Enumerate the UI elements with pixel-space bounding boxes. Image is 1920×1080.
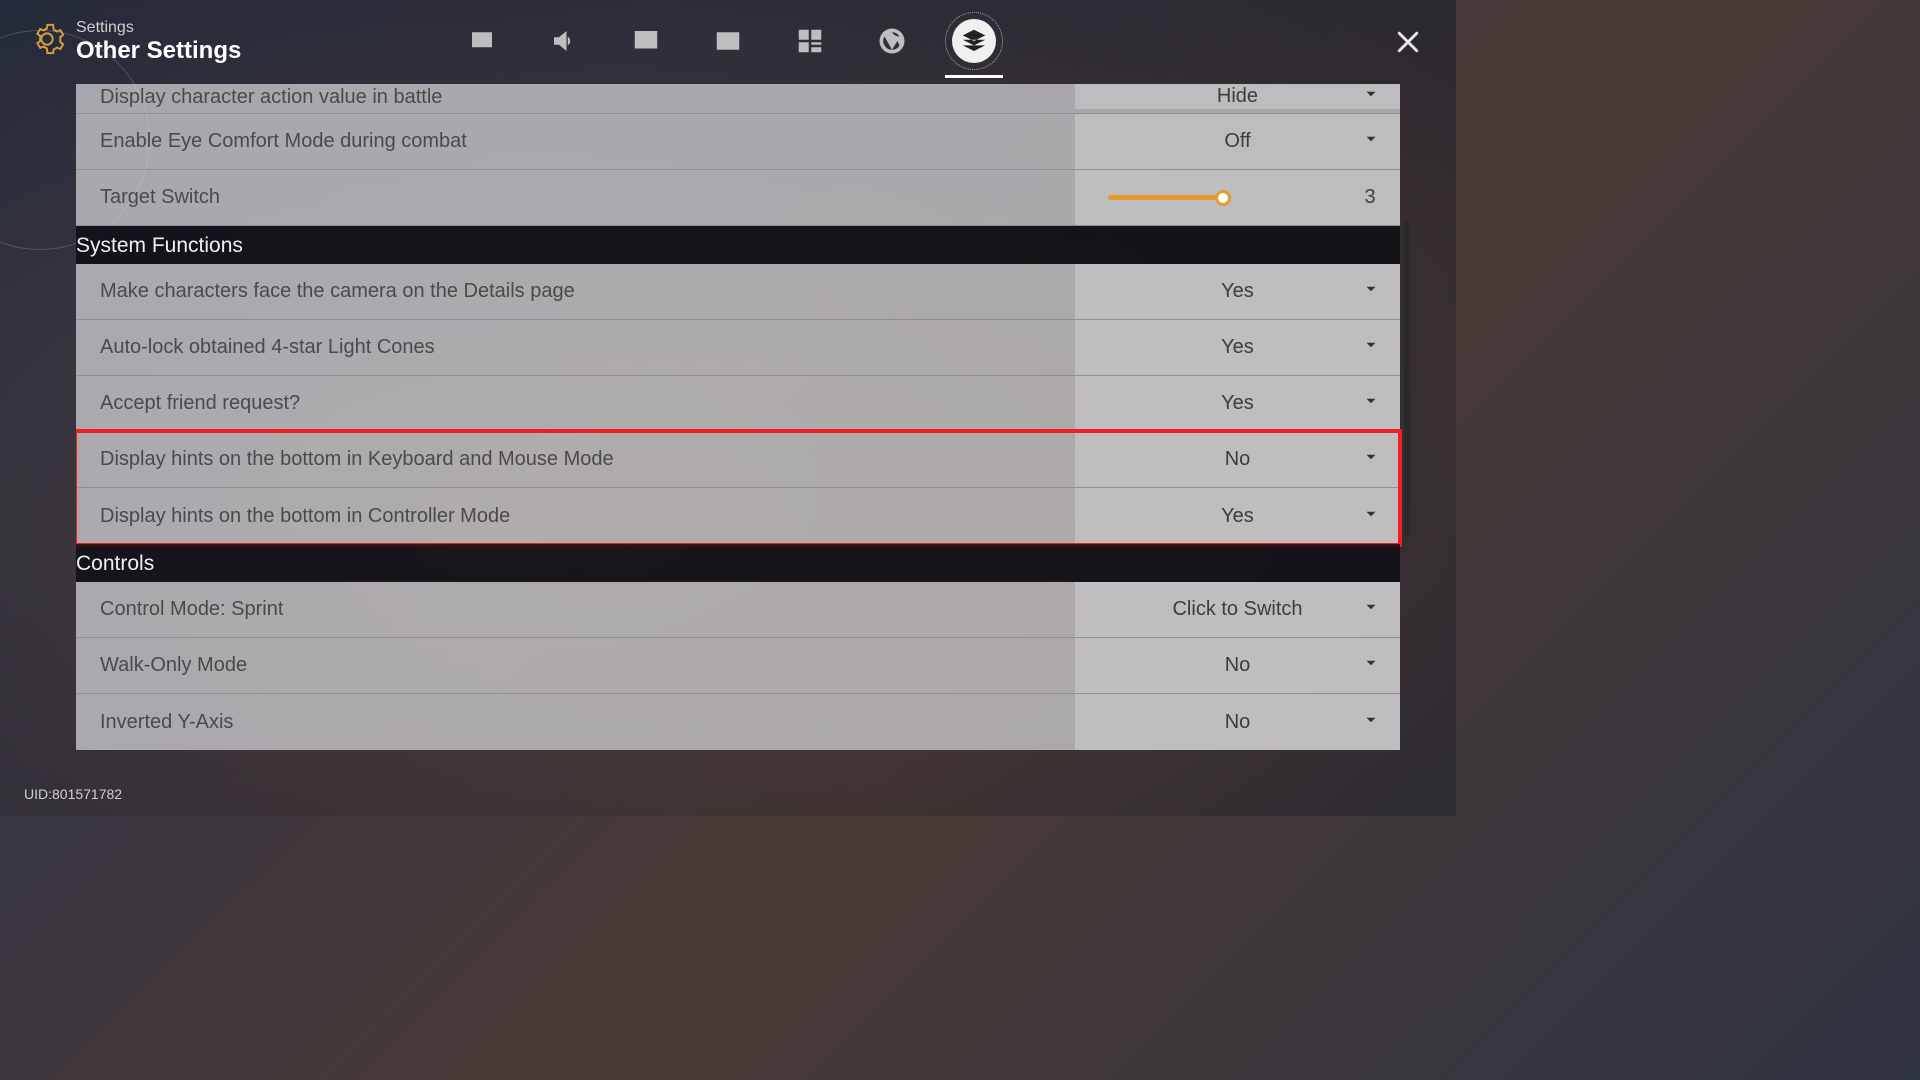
slider-thumb[interactable]	[1215, 190, 1231, 206]
setting-label: Display hints on the bottom in Controlle…	[76, 505, 1075, 528]
setting-label: Walk-Only Mode	[76, 654, 1075, 677]
setting-dropdown[interactable]: Hide	[1075, 84, 1400, 109]
chevron-down-icon	[1362, 598, 1380, 621]
tab-bar	[463, 22, 993, 60]
tab-other[interactable]	[955, 22, 993, 60]
page-title-small: Settings	[76, 19, 241, 37]
setting-row-hints-kbm: Display hints on the bottom in Keyboard …	[76, 432, 1400, 488]
tab-display[interactable]	[463, 22, 501, 60]
scroll-thumb[interactable]	[1404, 221, 1410, 537]
section-header-controls: Controls	[76, 544, 1400, 582]
setting-label: Accept friend request?	[76, 392, 1075, 415]
tab-language[interactable]	[627, 22, 665, 60]
tab-audio[interactable]	[545, 22, 583, 60]
setting-slider[interactable]: 3	[1075, 170, 1400, 225]
setting-value: Hide	[1217, 85, 1258, 108]
setting-row-auto-lock-cones: Auto-lock obtained 4-star Light Cones Yes	[76, 320, 1400, 376]
close-button[interactable]	[1390, 24, 1426, 60]
top-bar: Settings Other Settings	[0, 0, 1456, 84]
setting-dropdown[interactable]: Click to Switch	[1075, 582, 1400, 637]
chevron-down-icon	[1362, 505, 1380, 528]
scrollbar[interactable]	[1404, 84, 1410, 770]
uid-label: UID:	[24, 786, 52, 802]
chevron-down-icon	[1362, 130, 1380, 153]
setting-row-hints-controller: Display hints on the bottom in Controlle…	[76, 488, 1400, 544]
setting-row-control-sprint: Control Mode: Sprint Click to Switch	[76, 582, 1400, 638]
setting-row-action-value: Display character action value in battle…	[76, 84, 1400, 114]
setting-value: Yes	[1221, 505, 1254, 528]
setting-label: Auto-lock obtained 4-star Light Cones	[76, 336, 1075, 359]
highlighted-rows: Display hints on the bottom in Keyboard …	[76, 432, 1400, 544]
setting-value: Yes	[1221, 392, 1254, 415]
chevron-down-icon	[1362, 392, 1380, 415]
setting-dropdown[interactable]: Yes	[1075, 264, 1400, 319]
page-title-large: Other Settings	[76, 37, 241, 65]
setting-dropdown[interactable]: Yes	[1075, 320, 1400, 375]
tab-aperture[interactable]	[873, 22, 911, 60]
setting-row-target-switch: Target Switch 3	[76, 170, 1400, 226]
slider-track[interactable]	[1108, 195, 1338, 200]
setting-value: No	[1225, 654, 1251, 677]
setting-value: Yes	[1221, 280, 1254, 303]
setting-row-eye-comfort: Enable Eye Comfort Mode during combat Off	[76, 114, 1400, 170]
chevron-down-icon	[1362, 711, 1380, 734]
setting-dropdown[interactable]: No	[1075, 432, 1400, 487]
gear-icon	[30, 22, 64, 61]
setting-dropdown[interactable]: Yes	[1075, 488, 1400, 544]
slider-value: 3	[1360, 186, 1380, 209]
chevron-down-icon	[1362, 336, 1380, 359]
setting-label: Control Mode: Sprint	[76, 598, 1075, 621]
tab-grid[interactable]	[791, 22, 829, 60]
setting-row-face-camera: Make characters face the camera on the D…	[76, 264, 1400, 320]
setting-label: Target Switch	[76, 186, 1075, 209]
setting-row-inverted-y: Inverted Y-Axis No	[76, 694, 1400, 750]
chevron-down-icon	[1362, 85, 1380, 108]
setting-dropdown[interactable]: No	[1075, 638, 1400, 693]
setting-label: Make characters face the camera on the D…	[76, 280, 1075, 303]
chevron-down-icon	[1362, 654, 1380, 677]
chevron-down-icon	[1362, 280, 1380, 303]
setting-value: Off	[1224, 130, 1250, 153]
setting-label: Display character action value in battle	[76, 86, 1075, 109]
setting-value: Click to Switch	[1172, 598, 1302, 621]
setting-value: Yes	[1221, 336, 1254, 359]
setting-dropdown[interactable]: Off	[1075, 114, 1400, 169]
setting-row-walk-only: Walk-Only Mode No	[76, 638, 1400, 694]
setting-row-accept-friend: Accept friend request? Yes	[76, 376, 1400, 432]
setting-value: No	[1225, 711, 1251, 734]
section-header-system_functions: System Functions	[76, 226, 1400, 264]
setting-label: Enable Eye Comfort Mode during combat	[76, 130, 1075, 153]
setting-value: No	[1225, 448, 1251, 471]
settings-panel: Display character action value in battle…	[76, 84, 1410, 770]
page-title-block: Settings Other Settings	[30, 19, 241, 65]
uid-value: 801571782	[52, 786, 122, 802]
setting-dropdown[interactable]: No	[1075, 694, 1400, 750]
uid-footer: UID:801571782	[24, 786, 122, 802]
chevron-down-icon	[1362, 448, 1380, 471]
setting-label: Inverted Y-Axis	[76, 711, 1075, 734]
setting-dropdown[interactable]: Yes	[1075, 376, 1400, 431]
setting-label: Display hints on the bottom in Keyboard …	[76, 448, 1075, 471]
tab-account[interactable]	[709, 22, 747, 60]
